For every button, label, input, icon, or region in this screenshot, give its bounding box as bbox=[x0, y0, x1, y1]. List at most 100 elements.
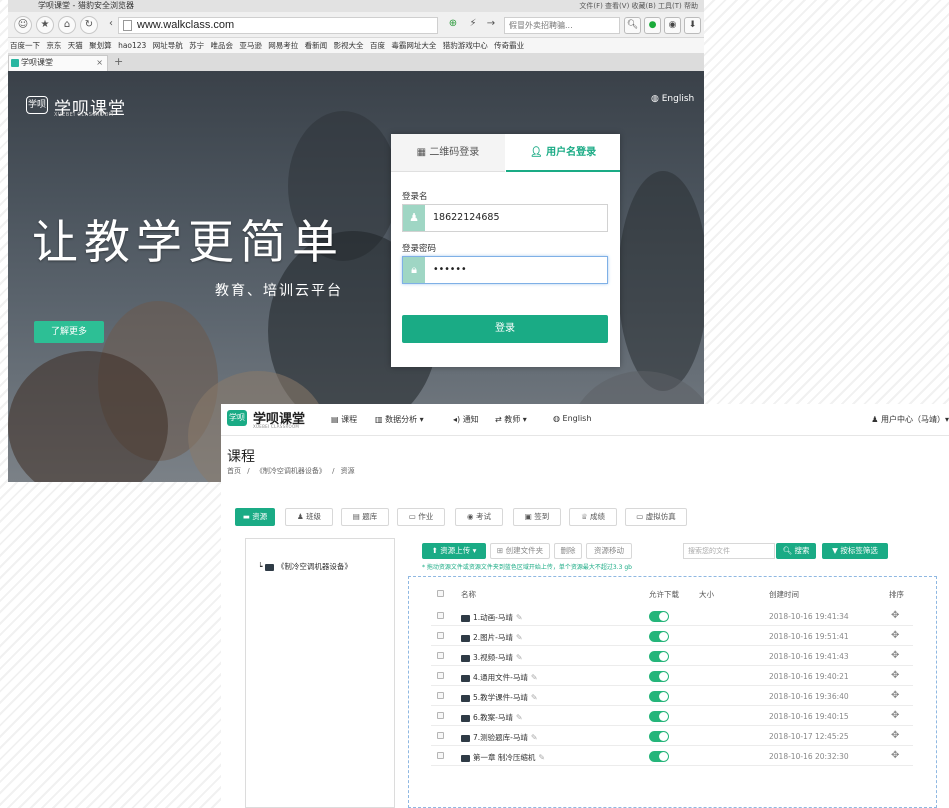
bookmark-item[interactable]: 网址导航 bbox=[153, 41, 183, 50]
bookmark-item[interactable]: 苏宁 bbox=[189, 41, 204, 50]
bookmark-item[interactable]: 百度一下 bbox=[10, 41, 40, 50]
bookmark-item[interactable]: 传奇霸业 bbox=[494, 41, 524, 50]
user-icon[interactable]: ☺ bbox=[14, 16, 32, 34]
tab-grades[interactable]: ♕ 成绩 bbox=[569, 508, 617, 526]
bookmark-item[interactable]: hao123 bbox=[118, 41, 146, 50]
edit-icon[interactable]: ✎ bbox=[516, 613, 523, 622]
close-tab-icon[interactable]: × bbox=[96, 56, 103, 70]
table-row[interactable]: 6.教案-马靖 ✎ 2018-10-16 19:40:15 ✥ bbox=[431, 707, 913, 726]
column-created[interactable]: 创建时间 bbox=[769, 589, 799, 600]
browser-tab[interactable]: 学呗课堂 × bbox=[8, 55, 108, 71]
table-row[interactable]: 4.通用文件-马靖 ✎ 2018-10-16 19:40:21 ✥ bbox=[431, 667, 913, 686]
drag-handle-icon[interactable]: ✥ bbox=[891, 630, 899, 641]
address-bar[interactable]: www.walkclass.com bbox=[118, 17, 438, 34]
nav-teacher[interactable]: ⇄ 教师 ▾ bbox=[495, 414, 527, 425]
bookmark-item[interactable]: 毒霸网址大全 bbox=[391, 41, 436, 50]
bookmark-item[interactable]: 百度 bbox=[370, 41, 385, 50]
tab-resources[interactable]: ▬ 资源 bbox=[235, 508, 275, 526]
drag-handle-icon[interactable]: ✥ bbox=[891, 750, 899, 761]
column-size[interactable]: 大小 bbox=[699, 589, 714, 600]
upload-dropzone[interactable]: 名称 允许下载 大小 创建时间 排序 1.动画-马靖 ✎ 2018-10-16 1… bbox=[408, 576, 937, 808]
tree-root-item[interactable]: ┕ 《制冷空调机器设备》 bbox=[258, 561, 352, 572]
edit-icon[interactable]: ✎ bbox=[516, 633, 523, 642]
bookmark-item[interactable]: 聚划算 bbox=[89, 41, 112, 50]
move-button[interactable]: 资源移动 bbox=[586, 543, 632, 559]
bookmark-item[interactable]: 猎豹游戏中心 bbox=[443, 41, 488, 50]
drag-handle-icon[interactable]: ✥ bbox=[891, 650, 899, 661]
bookmark-item[interactable]: 天猫 bbox=[68, 41, 83, 50]
edit-icon[interactable]: ✎ bbox=[531, 673, 538, 682]
download-toggle[interactable] bbox=[649, 751, 669, 762]
drag-handle-icon[interactable]: ✥ bbox=[891, 670, 899, 681]
breadcrumb-home[interactable]: 首页 bbox=[227, 467, 241, 475]
search-bar[interactable]: 假冒外卖招聘骗... bbox=[504, 17, 620, 34]
logo-mark[interactable]: 学呗 bbox=[26, 96, 48, 114]
file-name-cell[interactable]: 5.教学课件-马靖 ✎ bbox=[461, 692, 538, 703]
column-name[interactable]: 名称 bbox=[461, 589, 476, 600]
table-row[interactable]: 7.测验题库-马靖 ✎ 2018-10-17 12:45:25 ✥ bbox=[431, 727, 913, 746]
tab-question-bank[interactable]: ▤ 题库 bbox=[341, 508, 389, 526]
drag-handle-icon[interactable]: ✥ bbox=[891, 690, 899, 701]
file-name-cell[interactable]: 3.视频-马靖 ✎ bbox=[461, 652, 523, 663]
nav-notice[interactable]: ◂) 通知 bbox=[453, 414, 479, 425]
download-toggle[interactable] bbox=[649, 671, 669, 682]
star-icon[interactable]: ★ bbox=[36, 16, 54, 34]
file-name-cell[interactable]: 6.教案-马靖 ✎ bbox=[461, 712, 523, 723]
delete-button[interactable]: 删除 bbox=[554, 543, 582, 559]
row-checkbox[interactable] bbox=[437, 652, 444, 659]
home-icon[interactable]: ⌂ bbox=[58, 16, 76, 34]
bookmark-item[interactable]: 唯品会 bbox=[211, 41, 234, 50]
nav-language[interactable]: ◍ English bbox=[553, 414, 591, 423]
download-toggle[interactable] bbox=[649, 731, 669, 742]
bookmark-item[interactable]: 京东 bbox=[46, 41, 61, 50]
bookmark-item[interactable]: 影视大全 bbox=[334, 41, 364, 50]
search-button[interactable]: 🔍︎ 搜索 bbox=[776, 543, 816, 559]
create-folder-button[interactable]: ⊞ 创建文件夹 bbox=[490, 543, 550, 559]
learn-more-button[interactable]: 了解更多 bbox=[34, 321, 104, 343]
tab-username-login[interactable]: 👤︎ 用户名登录 bbox=[506, 134, 620, 172]
table-row[interactable]: 2.图片-马靖 ✎ 2018-10-16 19:51:41 ✥ bbox=[431, 627, 913, 646]
row-checkbox[interactable] bbox=[437, 752, 444, 759]
new-tab-button[interactable]: + bbox=[114, 54, 123, 70]
edit-icon[interactable]: ✎ bbox=[538, 753, 545, 762]
upload-button[interactable]: ⬆ 资源上传 ▾ bbox=[422, 543, 486, 559]
tab-class[interactable]: ♟ 班级 bbox=[285, 508, 333, 526]
table-row[interactable]: 第一章 制冷压缩机 ✎ 2018-10-16 20:32:30 ✥ bbox=[431, 747, 913, 766]
filter-by-tag-button[interactable]: ▼ 按标签筛选 bbox=[822, 543, 888, 559]
nav-course[interactable]: ▤ 课程 bbox=[331, 414, 357, 425]
forward-icon[interactable]: → bbox=[482, 16, 500, 34]
row-checkbox[interactable] bbox=[437, 632, 444, 639]
file-name-cell[interactable]: 1.动画-马靖 ✎ bbox=[461, 612, 523, 623]
download-toggle[interactable] bbox=[649, 611, 669, 622]
bookmark-item[interactable]: 亚马逊 bbox=[239, 41, 262, 50]
drag-handle-icon[interactable]: ✥ bbox=[891, 730, 899, 741]
drag-handle-icon[interactable]: ✥ bbox=[891, 710, 899, 721]
table-row[interactable]: 3.视频-马靖 ✎ 2018-10-16 19:41:43 ✥ bbox=[431, 647, 913, 666]
drag-handle-icon[interactable]: ✥ bbox=[891, 610, 899, 621]
username-field[interactable]: ♟ 18622124685 bbox=[402, 204, 608, 232]
tab-virtual-simulation[interactable]: ▭ 虚拟仿真 bbox=[625, 508, 687, 526]
edit-icon[interactable]: ✎ bbox=[531, 693, 538, 702]
language-link[interactable]: ◍ English bbox=[651, 94, 694, 104]
download-toggle[interactable] bbox=[649, 631, 669, 642]
app-icon[interactable]: ● bbox=[644, 17, 661, 34]
login-button[interactable]: 登录 bbox=[402, 315, 608, 343]
download-icon[interactable]: ⬇ bbox=[684, 17, 701, 34]
user-center-menu[interactable]: ♟ 用户中心（马靖）▾ bbox=[871, 414, 949, 425]
lightning-icon[interactable]: ⚡ bbox=[464, 16, 482, 34]
browser-menu[interactable]: 文件(F) 查看(V) 收藏(B) 工具(T) 帮助 bbox=[579, 0, 698, 12]
file-name-cell[interactable]: 7.测验题库-马靖 ✎ bbox=[461, 732, 538, 743]
bookmark-item[interactable]: 看新闻 bbox=[305, 41, 328, 50]
logo-mark[interactable]: 学呗 bbox=[227, 410, 247, 426]
tab-checkin[interactable]: ▣ 签到 bbox=[513, 508, 561, 526]
row-checkbox[interactable] bbox=[437, 692, 444, 699]
download-toggle[interactable] bbox=[649, 651, 669, 662]
row-checkbox[interactable] bbox=[437, 732, 444, 739]
file-name-cell[interactable]: 第一章 制冷压缩机 ✎ bbox=[461, 752, 545, 763]
record-icon[interactable]: ◉ bbox=[664, 17, 681, 34]
edit-icon[interactable]: ✎ bbox=[516, 713, 523, 722]
tab-homework[interactable]: ▭ 作业 bbox=[397, 508, 445, 526]
row-checkbox[interactable] bbox=[437, 672, 444, 679]
download-toggle[interactable] bbox=[649, 691, 669, 702]
security-icon[interactable]: ⊕ bbox=[444, 16, 462, 34]
